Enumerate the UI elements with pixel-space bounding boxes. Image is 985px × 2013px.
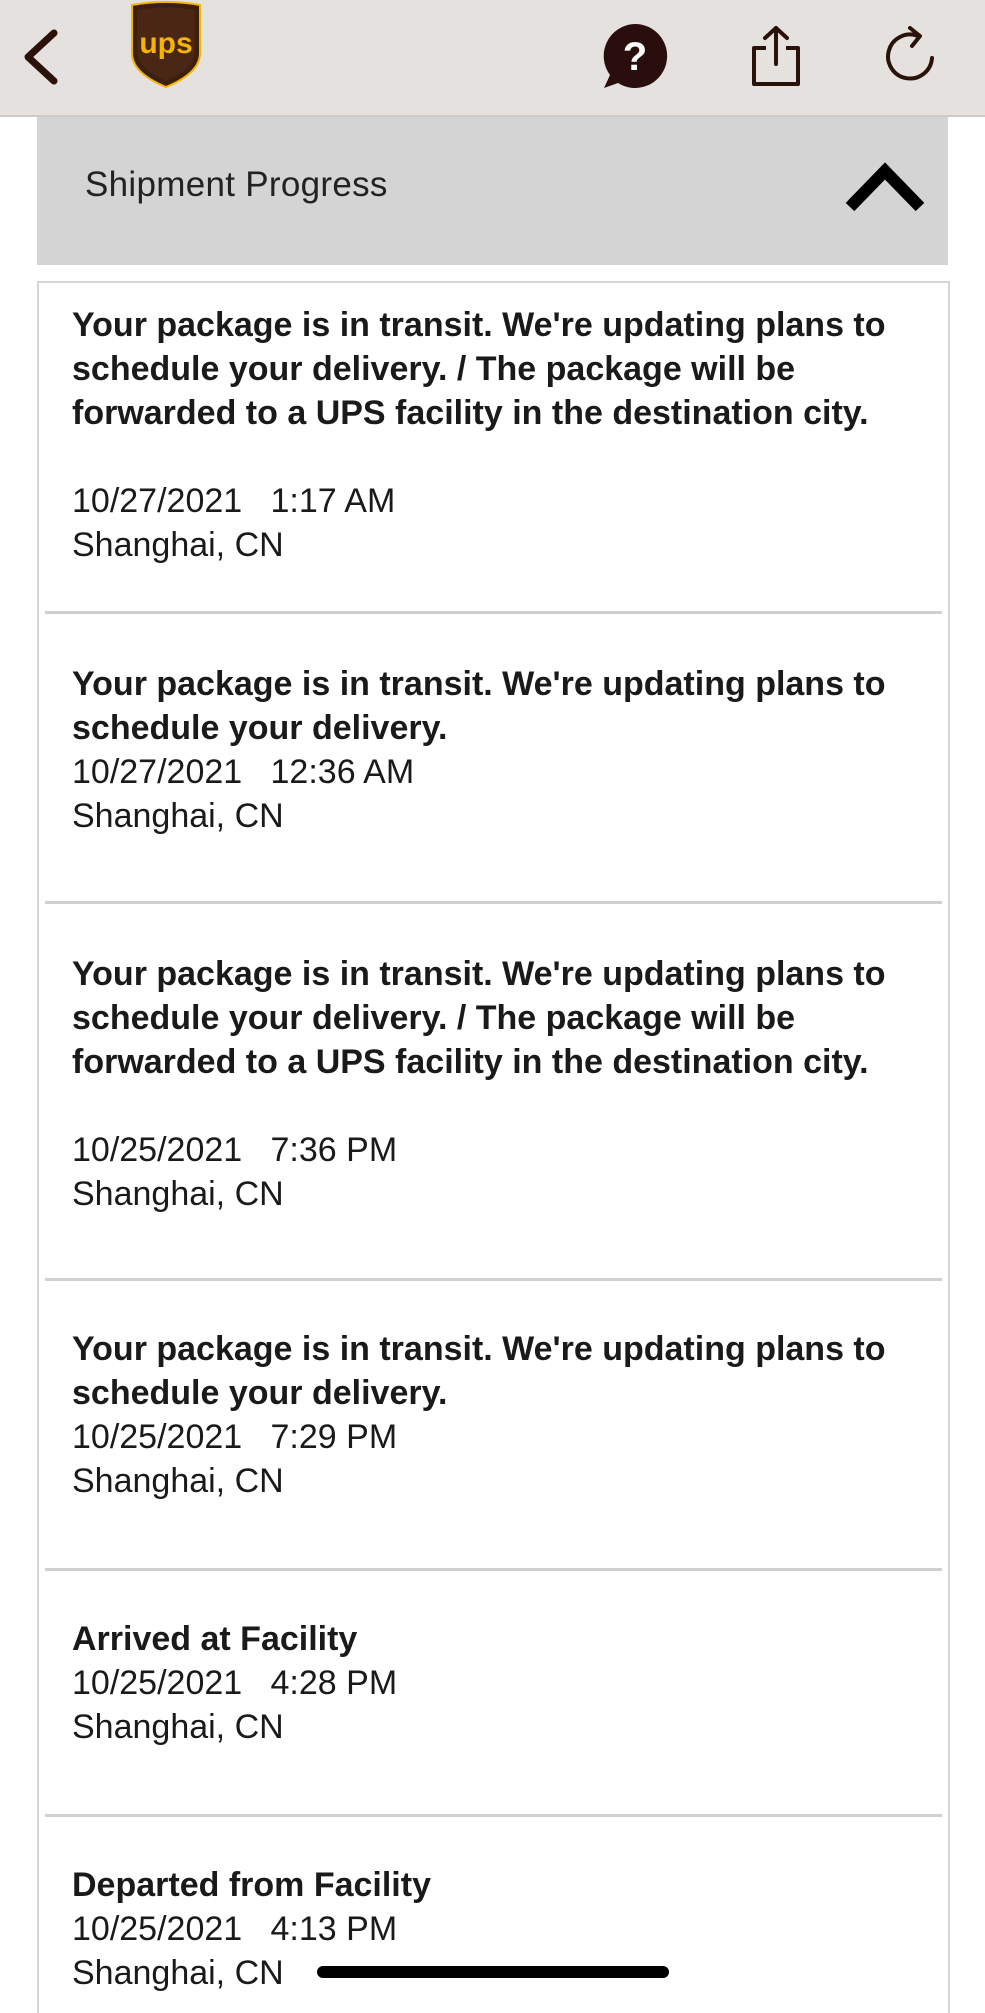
help-button[interactable]: ? — [598, 20, 670, 92]
event-description: Your package is in transit. We're updati… — [72, 306, 886, 432]
event-description: Departed from Facility — [72, 1866, 431, 1904]
event-date: 10/27/2021 — [72, 482, 243, 520]
logo-text: ups — [139, 27, 192, 60]
share-button[interactable] — [740, 20, 812, 92]
home-indicator[interactable] — [317, 1966, 669, 1978]
event-date: 10/27/2021 — [72, 753, 243, 791]
event-time: 1:17 AM — [270, 482, 396, 520]
event-description: Arrived at Facility — [72, 1620, 358, 1658]
back-button[interactable] — [10, 22, 70, 92]
event-description: Your package is in transit. We're updati… — [72, 1330, 886, 1412]
event-datetime: 10/25/2021 7:36 PM — [72, 1128, 397, 1172]
shipment-progress-header[interactable]: Shipment Progress — [37, 117, 948, 265]
event-item: Arrived at Facility 10/25/2021 4:28 PM S… — [39, 1571, 948, 1817]
event-time: 12:36 AM — [270, 753, 415, 791]
chevron-left-icon — [24, 29, 58, 85]
chevron-up-icon — [845, 162, 925, 212]
event-time: 7:29 PM — [270, 1418, 398, 1456]
event-time: 4:28 PM — [270, 1664, 398, 1702]
collapse-toggle[interactable] — [844, 159, 926, 215]
event-datetime: 10/25/2021 7:29 PM — [72, 1415, 397, 1459]
event-location: Shanghai, CN — [72, 526, 284, 564]
event-date: 10/25/2021 — [72, 1910, 243, 1948]
shipment-events-list: Your package is in transit. We're updati… — [37, 281, 950, 2013]
event-location: Shanghai, CN — [72, 1954, 284, 1992]
refresh-button[interactable] — [876, 20, 948, 92]
event-item: Your package is in transit. We're updati… — [39, 614, 948, 904]
event-date: 10/25/2021 — [72, 1418, 243, 1456]
event-datetime: 10/25/2021 4:28 PM — [72, 1661, 397, 1705]
event-item: Departed from Facility 10/25/2021 4:13 P… — [39, 1817, 948, 2013]
refresh-icon — [886, 26, 934, 81]
event-datetime: 10/27/2021 12:36 AM — [72, 750, 414, 794]
section-title: Shipment Progress — [85, 165, 388, 204]
help-bubble-icon: ? — [603, 23, 668, 88]
event-date: 10/25/2021 — [72, 1131, 243, 1169]
event-date: 10/25/2021 — [72, 1664, 243, 1702]
help-symbol: ? — [623, 35, 647, 79]
share-icon — [752, 26, 800, 86]
event-item: Your package is in transit. We're updati… — [39, 1281, 948, 1571]
event-description: Your package is in transit. We're updati… — [72, 665, 886, 747]
event-item: Your package is in transit. We're updati… — [39, 283, 948, 613]
event-location: Shanghai, CN — [72, 1708, 284, 1746]
event-datetime: 10/27/2021 1:17 AM — [72, 479, 395, 523]
event-location: Shanghai, CN — [72, 1462, 284, 1500]
event-time: 7:36 PM — [270, 1131, 398, 1169]
top-navigation-bar: ups ? — [0, 0, 985, 117]
event-datetime: 10/25/2021 4:13 PM — [72, 1907, 397, 1951]
ups-logo: ups — [126, 0, 206, 90]
event-location: Shanghai, CN — [72, 797, 284, 835]
event-time: 4:13 PM — [270, 1910, 398, 1948]
event-location: Shanghai, CN — [72, 1175, 284, 1213]
event-item: Your package is in transit. We're updati… — [39, 904, 948, 1279]
event-description: Your package is in transit. We're updati… — [72, 955, 886, 1081]
